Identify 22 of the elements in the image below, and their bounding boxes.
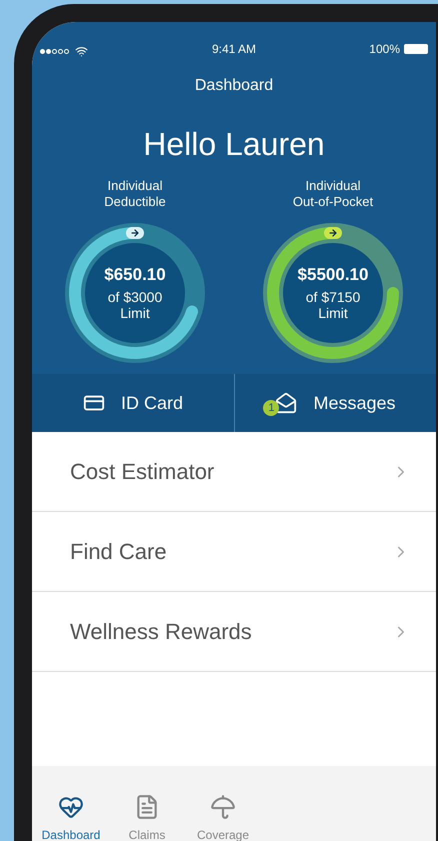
meter-label: Individual (108, 178, 162, 194)
battery-icon (404, 44, 428, 54)
meter-label: Deductible (104, 194, 166, 210)
amount-text: $5500.10 (298, 265, 368, 285)
quick-action-button[interactable]: ID Card (32, 374, 234, 432)
meter-label: Individual (306, 178, 360, 194)
envelope-icon (275, 392, 298, 414)
tab-item[interactable]: Dashboard (36, 794, 106, 841)
greeting: Hello Lauren (143, 125, 325, 164)
limit-text: Limit (318, 305, 348, 321)
battery-text: 100% (369, 41, 400, 58)
umbrella-icon (210, 794, 236, 820)
limit-text: of $3000 (108, 289, 162, 305)
status-time: 9:41 AM (212, 41, 256, 58)
amount-text: $650.10 (104, 265, 166, 285)
limit-text: Limit (120, 305, 150, 321)
signal-icon (40, 49, 69, 54)
heart-pulse-icon (58, 794, 84, 820)
meter-label: Out-of-Pocket (292, 194, 374, 210)
nav-title: Dashboard (194, 76, 274, 96)
limit-text: of $7150 (306, 289, 360, 305)
notification-badge: 1 (263, 400, 280, 416)
